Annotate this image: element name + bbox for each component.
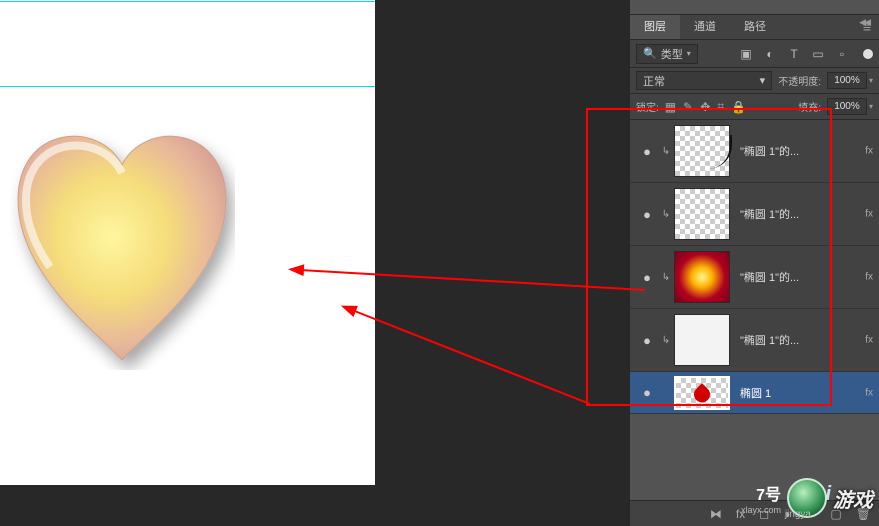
lock-pixels-icon[interactable]: ✎ bbox=[683, 100, 693, 114]
fx-badge-icon[interactable]: fx bbox=[865, 387, 873, 398]
fx-badge-icon[interactable]: fx bbox=[865, 272, 873, 283]
layer-row[interactable]: ● ↳ "椭圆 1"的... fx bbox=[630, 246, 879, 309]
tab-channels[interactable]: 通道 bbox=[680, 15, 730, 39]
filter-pixel-icon[interactable]: ▣ bbox=[739, 47, 753, 61]
opacity-label: 不透明度: bbox=[778, 73, 821, 88]
lock-position-icon[interactable]: ✥ bbox=[700, 100, 710, 114]
lock-artboard-icon[interactable]: ⌗ bbox=[717, 99, 724, 114]
clip-indicator-icon: ↳ bbox=[658, 272, 674, 283]
layer-style-icon[interactable]: fx bbox=[736, 507, 745, 521]
layer-thumbnail[interactable] bbox=[674, 188, 730, 240]
canvas-area[interactable] bbox=[0, 0, 630, 526]
lock-row: 锁定: ▦ ✎ ✥ ⌗ 🔒 填充: 100% ▾ bbox=[630, 94, 879, 120]
clip-indicator-icon: ↳ bbox=[658, 335, 674, 346]
visibility-toggle[interactable]: ● bbox=[636, 333, 658, 348]
heart-shape[interactable] bbox=[10, 125, 235, 370]
collapse-panel-icon[interactable]: ◀◀ bbox=[859, 17, 869, 28]
artboard[interactable] bbox=[0, 0, 375, 485]
chevron-down-icon[interactable]: ▾ bbox=[869, 76, 873, 85]
fill-field[interactable]: 100% bbox=[827, 98, 867, 115]
layer-filter-row: 🔍 类型 ▾ ▣ ◐ T ▭ ▫ bbox=[630, 40, 879, 68]
filter-shape-icon[interactable]: ▭ bbox=[811, 47, 825, 61]
chevron-down-icon: ▾ bbox=[760, 74, 766, 87]
visibility-toggle[interactable]: ● bbox=[636, 385, 658, 400]
filter-type-dropdown[interactable]: 🔍 类型 ▾ bbox=[636, 44, 698, 64]
layer-thumbnail[interactable] bbox=[674, 314, 730, 366]
layer-row[interactable]: ● ↳ "椭圆 1"的... fx bbox=[630, 309, 879, 372]
panel-tabs: 图层 通道 路径 ≡ bbox=[630, 15, 879, 40]
link-layers-icon[interactable]: ⧓ bbox=[710, 507, 722, 521]
filter-smart-icon[interactable]: ▫ bbox=[835, 47, 849, 61]
delete-layer-icon[interactable]: 🗑 bbox=[856, 507, 871, 521]
filter-type-icon[interactable]: T bbox=[787, 47, 801, 61]
lock-label: 锁定: bbox=[636, 99, 659, 114]
watermark-sub: jingya bbox=[785, 509, 811, 520]
guide-horizontal[interactable] bbox=[0, 86, 375, 87]
layer-thumbnail[interactable] bbox=[674, 376, 730, 410]
filter-toggle[interactable] bbox=[863, 49, 873, 59]
search-icon: 🔍 bbox=[643, 47, 657, 60]
layer-row[interactable]: ● ↳ "椭圆 1"的... fx bbox=[630, 183, 879, 246]
blend-mode-dropdown[interactable]: 正常 ▾ bbox=[636, 71, 772, 90]
guide-horizontal[interactable] bbox=[0, 1, 375, 2]
blend-mode-row: 正常 ▾ 不透明度: 100% ▾ bbox=[630, 68, 879, 94]
lock-all-icon[interactable]: 🔒 bbox=[731, 100, 746, 114]
panel-top-strip: × bbox=[630, 0, 879, 15]
layer-name[interactable]: 椭圆 1 bbox=[740, 385, 871, 401]
fx-badge-icon[interactable]: fx bbox=[865, 335, 873, 346]
layer-thumbnail[interactable] bbox=[674, 125, 730, 177]
layers-panel: × ◀◀ 图层 通道 路径 ≡ 🔍 类型 ▾ ▣ ◐ T ▭ ▫ 正常 ▾ 不透… bbox=[630, 0, 879, 526]
fill-label: 填充: bbox=[798, 99, 821, 114]
fx-badge-icon[interactable]: fx bbox=[865, 146, 873, 157]
visibility-toggle[interactable]: ● bbox=[636, 207, 658, 222]
tab-paths[interactable]: 路径 bbox=[730, 15, 780, 39]
layer-name[interactable]: "椭圆 1"的... bbox=[740, 269, 871, 285]
layer-row[interactable]: ● 椭圆 1 fx bbox=[630, 372, 879, 414]
layer-thumbnail[interactable] bbox=[674, 251, 730, 303]
visibility-toggle[interactable]: ● bbox=[636, 270, 658, 285]
layer-name[interactable]: "椭圆 1"的... bbox=[740, 206, 871, 222]
layers-bottom-bar: ⧓ fx ◻ ◑ 🗀 ▢ 🗑 bbox=[630, 500, 879, 526]
visibility-toggle[interactable]: ● bbox=[636, 144, 658, 159]
chevron-down-icon[interactable]: ▾ bbox=[869, 102, 873, 111]
filter-label: 类型 bbox=[661, 46, 683, 62]
layer-name[interactable]: "椭圆 1"的... bbox=[740, 332, 871, 348]
tab-layers[interactable]: 图层 bbox=[630, 15, 680, 39]
layer-name[interactable]: "椭圆 1"的... bbox=[740, 143, 871, 159]
blend-mode-value: 正常 bbox=[643, 73, 665, 89]
chevron-down-icon: ▾ bbox=[687, 49, 691, 58]
filter-adjust-icon[interactable]: ◐ bbox=[763, 47, 777, 61]
opacity-field[interactable]: 100% bbox=[827, 72, 867, 89]
new-layer-icon[interactable]: ▢ bbox=[830, 507, 841, 521]
layer-mask-icon[interactable]: ◻ bbox=[759, 507, 769, 521]
clip-indicator-icon: ↳ bbox=[658, 146, 674, 157]
layers-list: ● ↳ "椭圆 1"的... fx ● ↳ "椭圆 1"的... fx ● ↳ … bbox=[630, 120, 879, 414]
fx-badge-icon[interactable]: fx bbox=[865, 209, 873, 220]
watermark-baidu: Bai bbox=[800, 483, 831, 506]
lock-transparency-icon[interactable]: ▦ bbox=[665, 100, 676, 114]
clip-indicator-icon: ↳ bbox=[658, 209, 674, 220]
layer-row[interactable]: ● ↳ "椭圆 1"的... fx bbox=[630, 120, 879, 183]
